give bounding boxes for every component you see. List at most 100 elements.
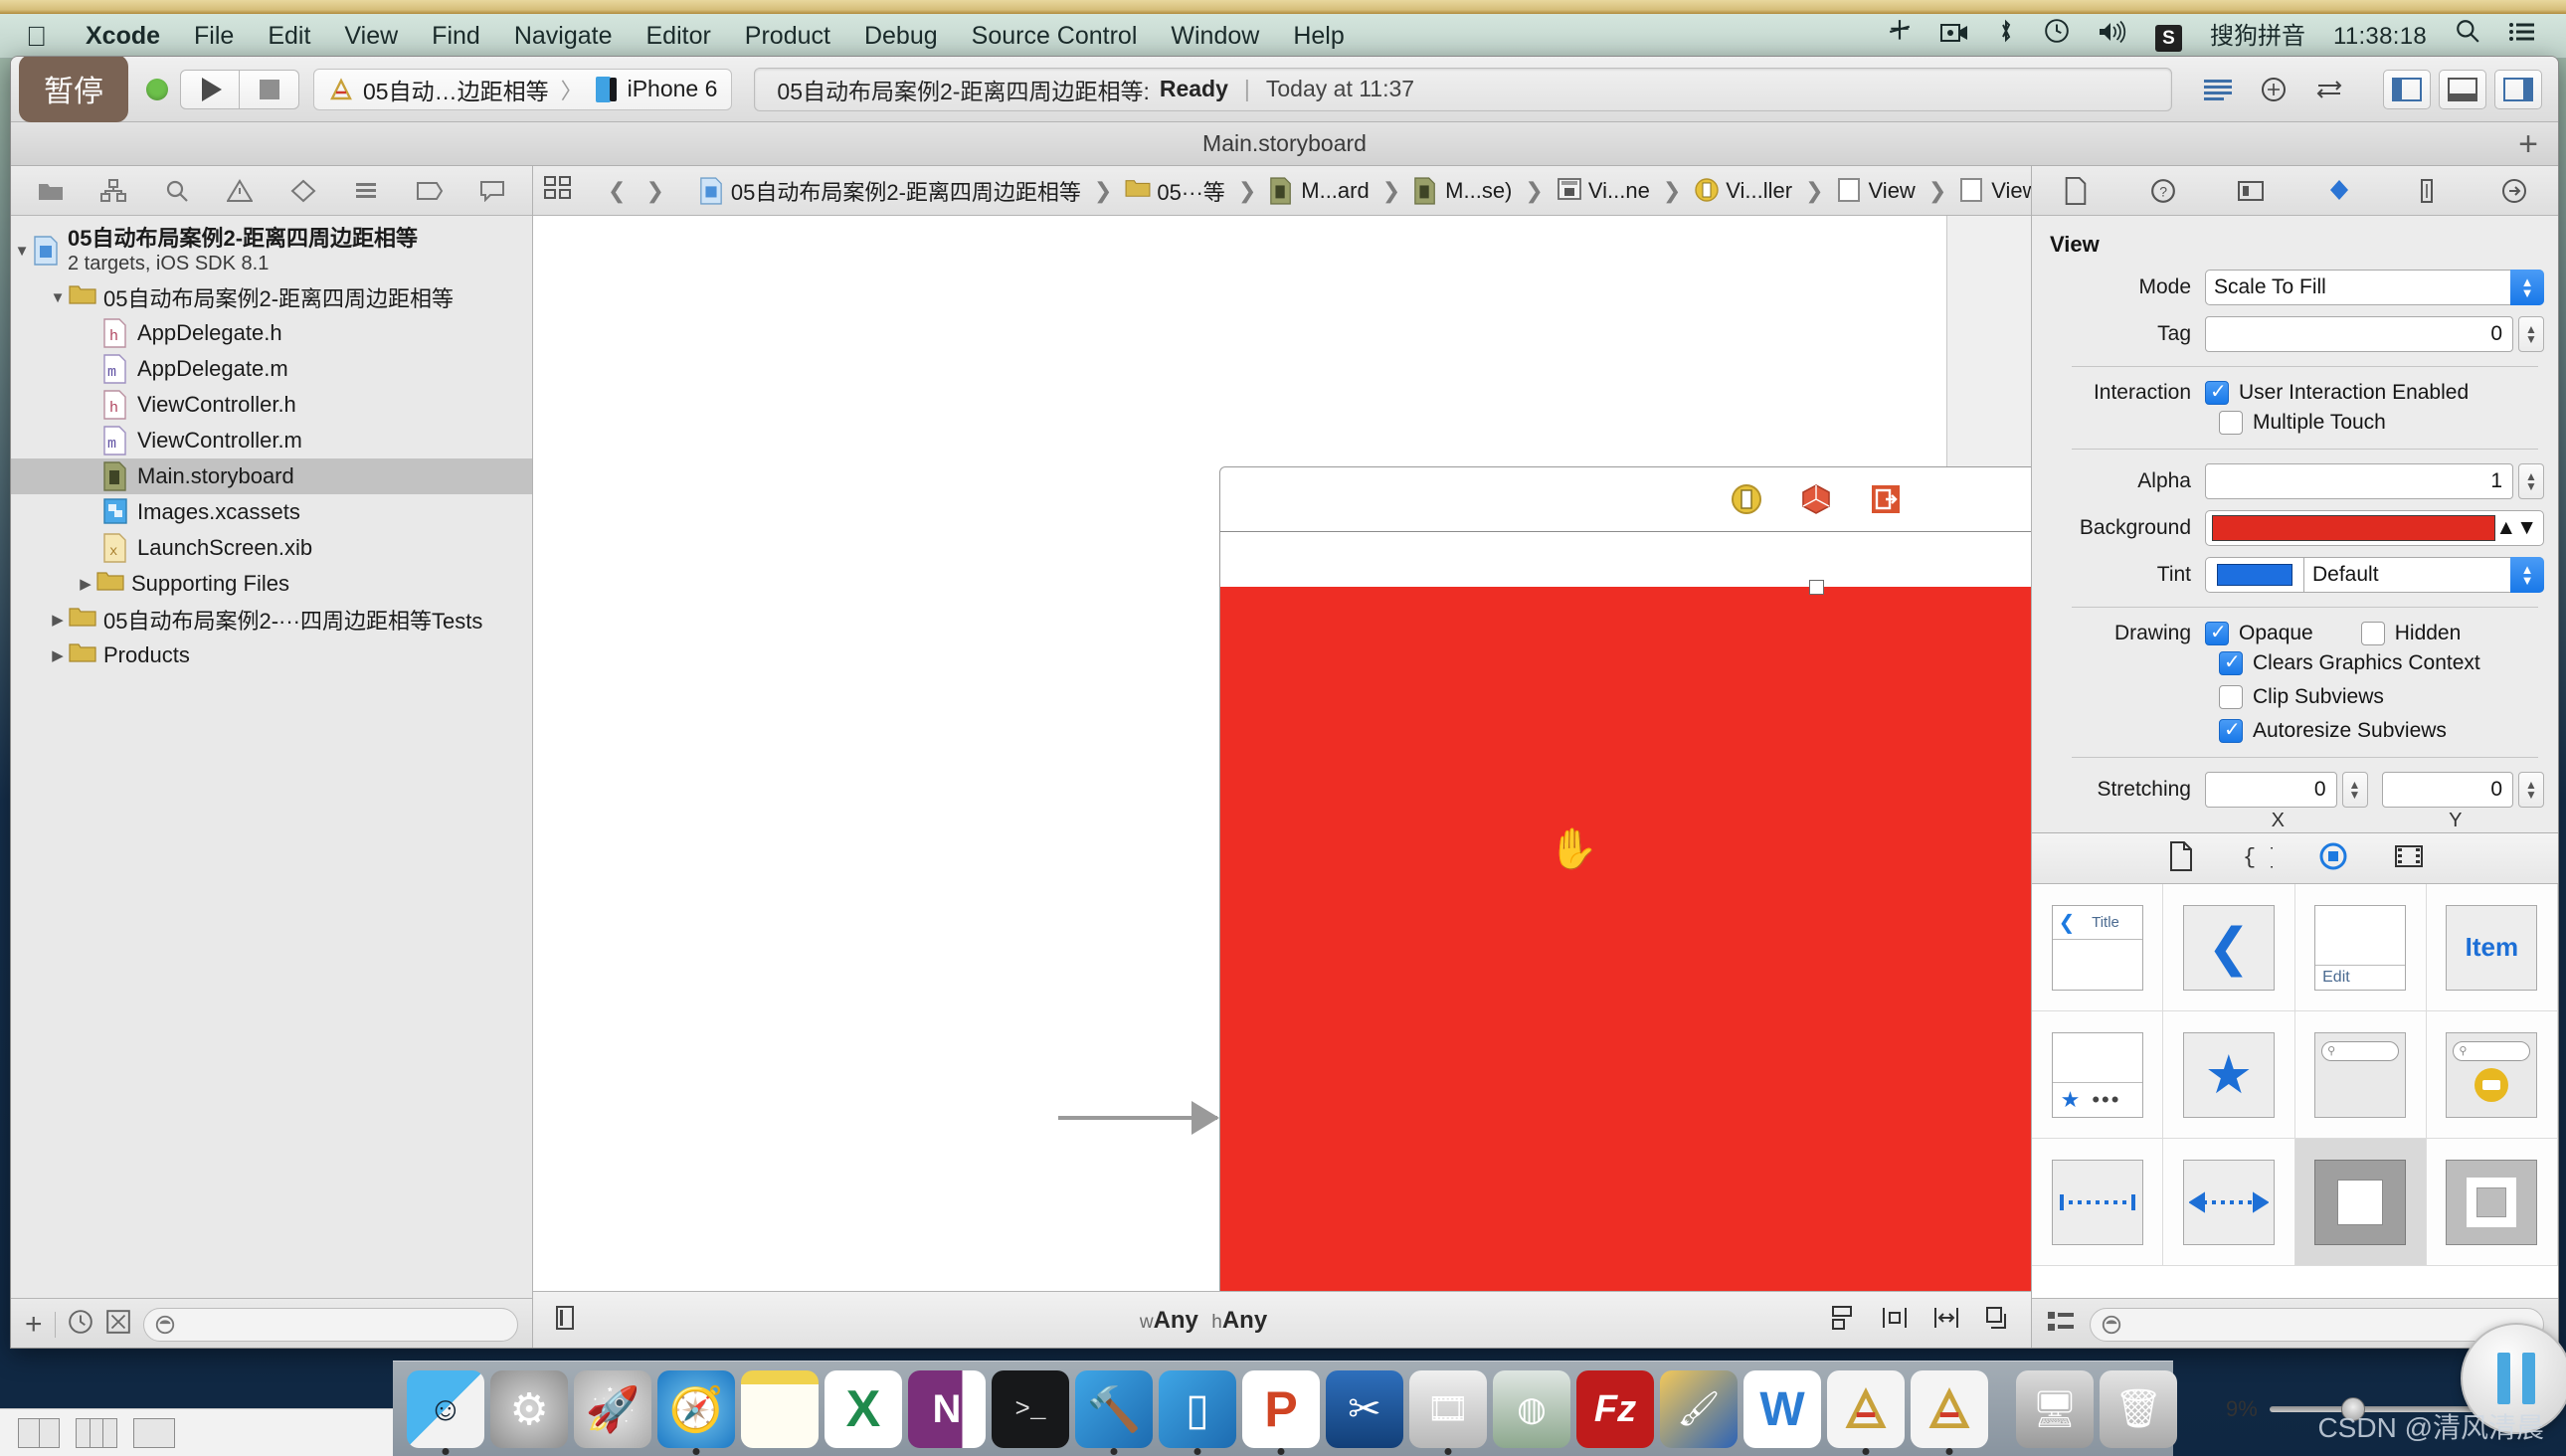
version-editor-icon[interactable] [2305, 70, 2353, 109]
dock-item-quicktime[interactable]: 🎞 [1409, 1370, 1487, 1455]
related-files-icon[interactable] [543, 175, 573, 207]
library-item-search-bar[interactable]: ⚲ [2294, 1011, 2427, 1139]
dock-item-trash[interactable]: 🗑 [2100, 1370, 2177, 1448]
dock-item-xcode[interactable]: 🔨 [1075, 1370, 1153, 1455]
navigator-item-main-storyboard[interactable]: Main.storyboard [11, 458, 532, 494]
debug-navigator-icon[interactable] [343, 174, 389, 208]
utilities-toggle-icon[interactable] [2494, 69, 2542, 109]
library-item-back-chevron[interactable]: ❮ [2163, 884, 2295, 1011]
dock-item-finder[interactable]: ☺ [407, 1370, 484, 1455]
mode-popup[interactable]: Scale To Fill ▲ ▼ [2205, 270, 2544, 305]
autoresize-subviews-checkbox[interactable] [2219, 717, 2243, 743]
quick-help-icon[interactable]: ? [2141, 174, 2185, 208]
navigator-item-appdelegate-h[interactable]: h AppDelegate.h [11, 315, 532, 351]
library-item-bar-button-edit[interactable]: Edit [2294, 884, 2427, 1011]
navigator-item-viewcontroller-h[interactable]: h ViewController.h [11, 387, 532, 423]
multiple-touch-checkbox[interactable] [2219, 411, 2243, 435]
menu-item-navigate[interactable]: Navigate [497, 14, 630, 59]
pin-icon[interactable] [1880, 1304, 1910, 1339]
clears-graphics-checkbox[interactable] [2219, 649, 2243, 675]
library-item-fixed-space[interactable] [2032, 1139, 2164, 1266]
navigator-filter-field[interactable] [142, 1307, 518, 1342]
pause-overlay-badge[interactable]: 暂停 [19, 57, 128, 122]
scheme-selector[interactable]: 05自动…边距相等 〉 iPhone 6 [313, 68, 733, 110]
menu-item-view[interactable]: View [327, 14, 415, 59]
issue-navigator-icon[interactable] [217, 174, 263, 208]
exit-icon[interactable] [1869, 482, 1903, 516]
menu-item-source-control[interactable]: Source Control [955, 14, 1155, 59]
sogou-input-badge[interactable]: S [2141, 14, 2196, 59]
add-tab-button[interactable]: + [2518, 127, 2538, 161]
project-navigator-list[interactable]: ▼ 05自动布局案例2-距离四周边距相等 2 targets, iOS SDK … [11, 216, 532, 1298]
menu-item-find[interactable]: Find [415, 14, 497, 59]
library-item-navigation-item[interactable]: ❮ Title [2032, 884, 2164, 1011]
time-machine-icon[interactable] [2030, 14, 2084, 59]
menu-item-xcode[interactable]: Xcode [69, 14, 177, 59]
tint-color-well[interactable] [2205, 557, 2304, 593]
alpha-stepper[interactable]: ▲ ▼ [2518, 463, 2544, 499]
tag-stepper[interactable]: ▲ ▼ [2518, 316, 2544, 352]
breadcrumb-project[interactable]: 05自动布局案例2-距离四周边距相等 [699, 175, 1081, 207]
dock-item-powerpoint[interactable]: P [1242, 1370, 1320, 1455]
library-item-view[interactable] [2294, 1139, 2427, 1266]
menu-list-icon[interactable] [2494, 14, 2550, 59]
stretching-y-stepper[interactable]: ▲ ▼ [2518, 772, 2544, 808]
bluetooth-icon[interactable] [1982, 14, 2030, 59]
storyboard-canvas[interactable]: ✋ [533, 216, 2031, 1292]
tint-popup[interactable]: Default ▲ ▼ [2304, 557, 2544, 593]
twisty-down-icon[interactable]: ▼ [47, 289, 69, 306]
chevron-updown-icon[interactable]: ▲▼ [2495, 516, 2537, 540]
stretching-x-input[interactable]: 0 [2205, 772, 2337, 808]
dock-item-onenote[interactable]: N [908, 1370, 986, 1448]
view-controller-icon[interactable] [1730, 482, 1763, 516]
airdrop-icon[interactable] [1873, 14, 1926, 59]
library-item-bar-button-item[interactable]: Item [2426, 884, 2558, 1011]
navigator-item-appdelegate-m[interactable]: m AppDelegate.m [11, 351, 532, 387]
first-responder-icon[interactable] [1799, 482, 1833, 516]
breadcrumb-scene[interactable]: Vi...ne [1557, 177, 1650, 205]
navigator-item-supporting-files[interactable]: ▶ Supporting Files [11, 566, 532, 602]
size-class-label[interactable]: wAny hAny [579, 1307, 1828, 1335]
menu-item-file[interactable]: File [177, 14, 251, 59]
navigator-item-tests[interactable]: ▶ 05自动布局案例2-···四周边距相等Tests [11, 602, 532, 637]
resolve-auto-layout-icon[interactable] [1931, 1304, 1961, 1339]
twisty-right-icon[interactable]: ▶ [75, 575, 96, 593]
library-item-search-bar-scope[interactable]: ⚲ [2426, 1011, 2558, 1139]
stretching-y-input[interactable]: 0 [2381, 772, 2513, 808]
object-library-grid[interactable]: ❮ Title ❮ Edit Item ★ ••• ★ ⚲ ⚲ [2032, 884, 2558, 1298]
menu-item-editor[interactable]: Editor [629, 14, 727, 59]
dock-item-paint-tool[interactable]: 🖌 [1660, 1370, 1738, 1448]
dock-item-simulator[interactable]: ▯ [1159, 1370, 1236, 1455]
opaque-checkbox[interactable] [2205, 620, 2229, 645]
navigator-project-row[interactable]: ▼ 05自动布局案例2-距离四周边距相等 2 targets, iOS SDK … [11, 222, 532, 279]
align-icon[interactable] [1828, 1304, 1858, 1339]
dock-item-word[interactable]: W [1743, 1370, 1821, 1448]
dock-item-system-preferences[interactable]: ⚙ [490, 1370, 568, 1448]
breadcrumb-group[interactable]: 05···等 [1125, 175, 1225, 207]
dock-item-launchpad[interactable]: 🚀 [574, 1370, 651, 1448]
chevron-updown-icon[interactable]: ▲▼ [2510, 270, 2544, 305]
recent-filter-icon[interactable] [68, 1309, 93, 1340]
menu-item-edit[interactable]: Edit [251, 14, 327, 59]
input-method-label[interactable]: 搜狗拼音 [2196, 14, 2319, 59]
breadcrumb-scene-base[interactable]: M...se) [1413, 176, 1512, 205]
twisty-right-icon[interactable]: ▶ [47, 611, 69, 629]
dock-item-screen-share[interactable]: 🖥 [2016, 1370, 2094, 1448]
window-list-button-1[interactable] [18, 1417, 60, 1448]
alpha-input[interactable]: 1 [2205, 463, 2513, 499]
library-item-container-view[interactable] [2426, 1139, 2558, 1266]
chevron-updown-icon[interactable]: ▲▼ [2510, 557, 2544, 593]
back-button[interactable]: ❮ [608, 178, 626, 204]
size-inspector-icon[interactable] [2405, 174, 2449, 208]
background-color-well[interactable]: ▲▼ [2205, 510, 2544, 546]
navigator-toggle-icon[interactable] [2383, 69, 2431, 109]
project-navigator-icon[interactable] [28, 174, 74, 208]
menu-item-product[interactable]: Product [728, 14, 847, 59]
apple-menu-icon[interactable]:  [0, 14, 69, 59]
report-navigator-icon[interactable] [469, 174, 515, 208]
twisty-right-icon[interactable]: ▶ [47, 646, 69, 664]
stretching-x-stepper[interactable]: ▲ ▼ [2341, 772, 2368, 808]
test-navigator-icon[interactable] [280, 174, 326, 208]
stop-button[interactable] [240, 69, 299, 109]
find-navigator-icon[interactable] [154, 174, 200, 208]
